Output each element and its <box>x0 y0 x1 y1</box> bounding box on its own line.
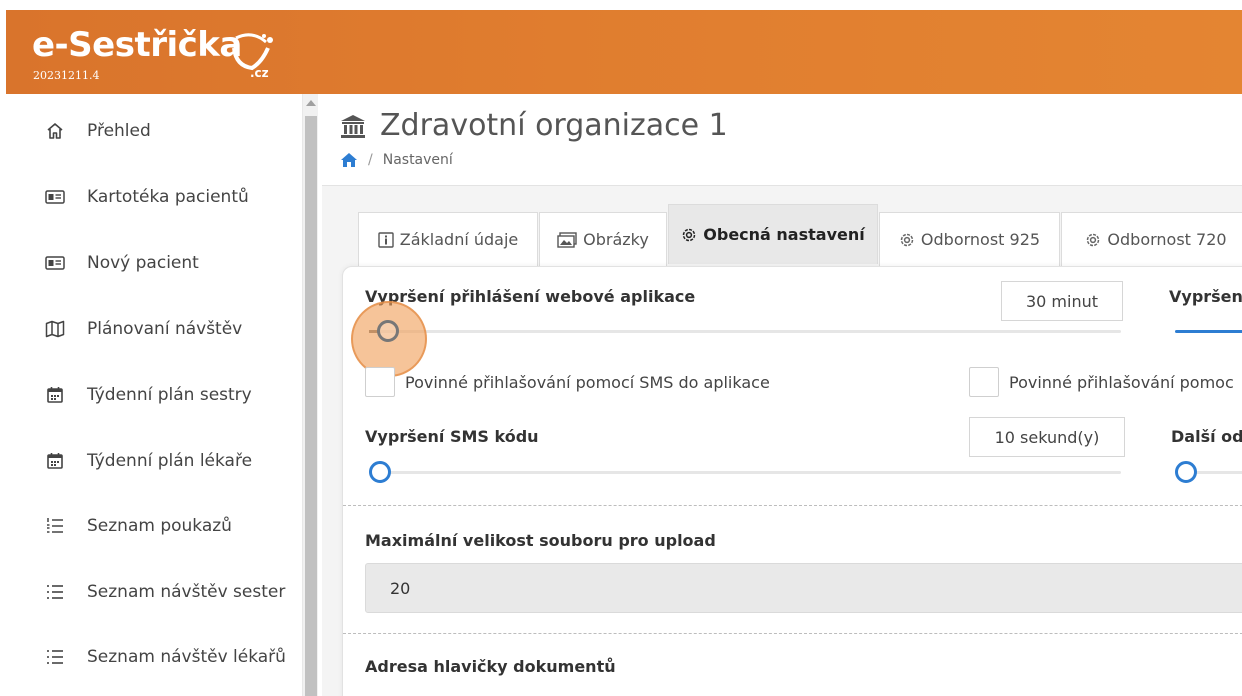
breadcrumb-separator: / <box>368 152 373 168</box>
sidebar-item-label: Seznam poukazů <box>87 516 232 536</box>
tab-label: Odbornost 925 <box>920 230 1041 249</box>
tab-label: Obrázky <box>583 230 649 249</box>
sidebar-item-plan-sestry[interactable]: Týdenní plán sestry <box>6 375 302 415</box>
gear-icon <box>681 227 697 243</box>
list-numbered-icon <box>44 515 66 537</box>
max-upload-input[interactable]: 20 <box>365 563 1242 613</box>
calendar-icon <box>44 450 66 472</box>
breadcrumb-current: Nastavení <box>382 152 453 168</box>
institution-icon <box>341 114 365 138</box>
max-upload-label: Maximální velikost souboru pro upload <box>365 531 716 550</box>
web-timeout-slider-handle[interactable] <box>377 320 399 342</box>
scroll-up-arrow-icon[interactable] <box>306 100 316 106</box>
sidebar-item-prehled[interactable]: Přehled <box>6 111 302 151</box>
sidebar-item-planovani[interactable]: Plánovaní návštěv <box>6 309 302 349</box>
breadcrumb: / Nastavení <box>340 152 453 168</box>
top-bar: e-Sestřička 20231211.4 .cz <box>6 10 1242 94</box>
sidebar-item-kartoteka[interactable]: Kartotéka pacientů <box>6 177 302 217</box>
sidebar-item-label: Seznam návštěv sester <box>87 582 286 602</box>
logo-text: e-Sestřička <box>32 25 242 65</box>
tab-zakladni-udaje[interactable]: Základní údaje <box>358 212 538 266</box>
home-breadcrumb-icon[interactable] <box>340 152 358 168</box>
sidebar-item-navstevy-lekaru[interactable]: Seznam návštěv lékařů <box>6 637 302 677</box>
sidebar-item-label: Nový pacient <box>87 253 199 273</box>
tab-obrazky[interactable]: Obrázky <box>539 212 667 266</box>
right-timeout-slider-fill <box>1175 330 1242 333</box>
scrollbar-thumb[interactable] <box>305 116 317 696</box>
tab-label: Základní údaje <box>399 230 519 249</box>
images-icon <box>557 231 577 248</box>
app-window: e-Sestřička 20231211.4 .cz Přehled Karto… <box>6 10 1242 696</box>
gear-icon <box>899 232 915 248</box>
logo[interactable]: e-Sestřička 20231211.4 .cz <box>32 25 273 82</box>
doc-header-address-label: Adresa hlavičky dokumentů <box>365 657 616 676</box>
sidebar-item-label: Týdenní plán lékaře <box>87 451 253 471</box>
right-timeout-label: Vypršení <box>1169 287 1242 306</box>
sidebar-item-label: Kartotéka pacientů <box>87 187 249 207</box>
map-icon <box>44 318 66 340</box>
list-icon <box>44 581 66 603</box>
sms-login-label: Povinné přihlašování pomocí SMS do aplik… <box>405 373 770 392</box>
tab-obecna-nastaveni[interactable]: Obecná nastavení <box>668 204 878 264</box>
web-timeout-slider-track[interactable] <box>375 330 1121 333</box>
section-divider <box>343 633 1242 634</box>
sms-code-slider-handle[interactable] <box>369 461 391 483</box>
next-setting-label: Další ode <box>1171 427 1242 446</box>
general-settings-panel: Vypršení přihlášení webové aplikace 30 m… <box>342 266 1242 696</box>
sidebar-item-label: Týdenní plán sestry <box>87 385 252 405</box>
logo-domain: .cz <box>250 66 269 80</box>
id-card-icon <box>44 186 66 208</box>
info-icon <box>378 231 394 248</box>
home-icon <box>44 120 66 142</box>
sidebar-item-label: Přehled <box>87 121 151 141</box>
sidebar-item-label: Plánovaní návštěv <box>87 319 243 339</box>
max-upload-value: 20 <box>390 578 411 598</box>
sidebar-scrollbar[interactable] <box>302 94 318 696</box>
sidebar-item-label: Seznam návštěv lékařů <box>87 647 286 667</box>
next-setting-slider-handle[interactable] <box>1175 461 1197 483</box>
sms-code-slider-track[interactable] <box>375 471 1121 474</box>
list-icon <box>44 646 66 668</box>
sidebar-item-plan-lekare[interactable]: Týdenní plán lékaře <box>6 441 302 481</box>
tab-label: Odbornost 720 <box>1107 230 1227 249</box>
tab-label: Obecná nastavení <box>703 225 865 244</box>
sidebar-item-navstevy-sester[interactable]: Seznam návštěv sester <box>6 572 302 612</box>
sms-code-timeout-value: 10 sekund(y) <box>969 417 1125 457</box>
calendar-icon <box>44 384 66 406</box>
tab-odbornost-925[interactable]: Odbornost 925 <box>879 212 1060 266</box>
sms-login-right-checkbox[interactable] <box>969 367 999 397</box>
section-divider <box>343 505 1242 506</box>
sidebar-item-novy-pacient[interactable]: Nový pacient <box>6 243 302 283</box>
sidebar-item-poukazy[interactable]: Seznam poukazů <box>6 506 302 546</box>
gear-icon <box>1085 232 1101 248</box>
app-version: 20231211.4 <box>33 69 100 82</box>
sms-code-timeout-label: Vypršení SMS kódu <box>365 427 539 446</box>
sidebar: Přehled Kartotéka pacientů Nový pacient … <box>6 94 322 696</box>
page-title: Zdravotní organizace 1 <box>380 108 728 143</box>
main-content: Zdravotní organizace 1 / Nastavení Zákla… <box>322 94 1242 696</box>
sms-login-right-label: Povinné přihlašování pomoc <box>1009 373 1234 392</box>
sms-login-checkbox[interactable] <box>365 367 395 397</box>
tab-odbornost-720[interactable]: Odbornost 720 <box>1061 212 1242 266</box>
id-card-icon <box>44 252 66 274</box>
page-header: Zdravotní organizace 1 / Nastavení <box>322 94 1242 186</box>
web-timeout-label: Vypršení přihlášení webové aplikace <box>365 287 696 306</box>
web-timeout-value: 30 minut <box>1001 281 1123 321</box>
